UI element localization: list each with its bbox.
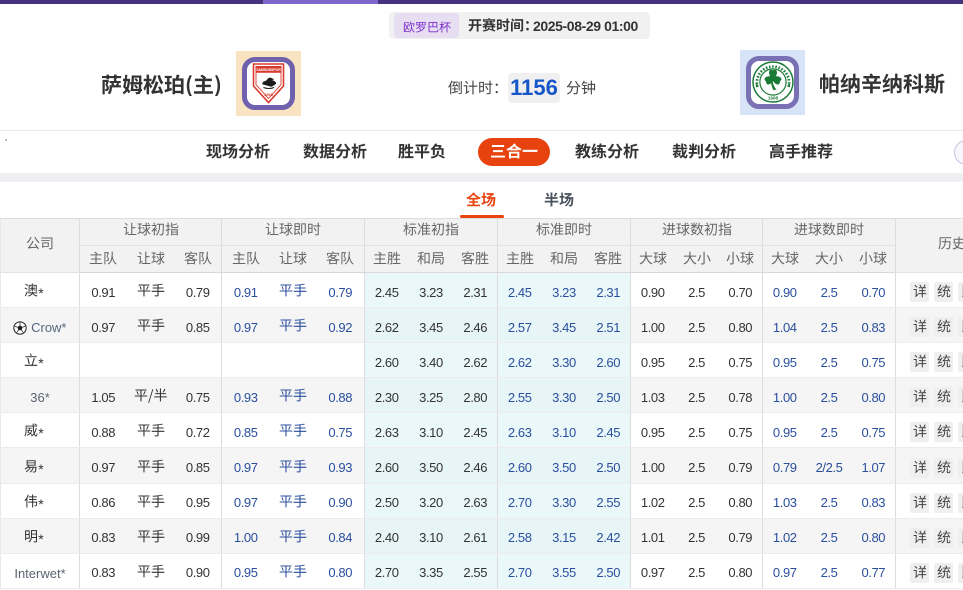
svg-text:1965: 1965 xyxy=(264,92,274,97)
svg-text:1908: 1908 xyxy=(768,95,779,100)
svg-text:SAMSUNSPOR: SAMSUNSPOR xyxy=(256,68,281,72)
